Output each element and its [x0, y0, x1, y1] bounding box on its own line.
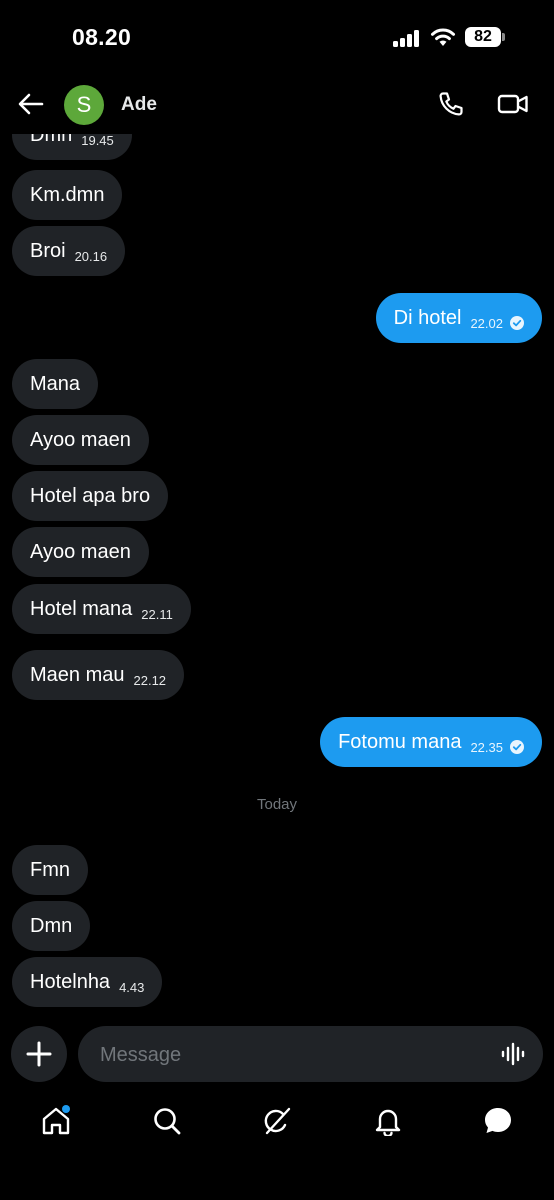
search-icon[interactable] [152, 1106, 182, 1136]
video-call-icon[interactable] [497, 91, 529, 117]
avatar[interactable]: S [64, 85, 104, 125]
message-text: Hotel mana [30, 597, 133, 620]
message-timestamp: 22.11 [141, 606, 173, 622]
messages-icon[interactable] [483, 1106, 513, 1136]
message-input[interactable] [98, 1026, 482, 1084]
received-message[interactable]: Hotel apa bro [12, 471, 169, 521]
message-timestamp: 4.43 [119, 979, 145, 995]
received-message[interactable]: Mana [12, 359, 99, 409]
message-list[interactable]: Today Dmn 19.45 Km.dmn Broi 20.16 Di hotel 22.… [0, 0, 554, 1020]
notification-dot [62, 1105, 70, 1113]
message-text: Km.dmn [30, 183, 105, 206]
message-timestamp: 22.02 [470, 315, 503, 331]
notifications-icon[interactable] [373, 1106, 403, 1136]
message-text: Hotel apa bro [30, 484, 151, 507]
read-receipt-icon [510, 740, 524, 754]
read-receipt-icon [510, 316, 524, 330]
bottom-navigation [0, 1096, 554, 1156]
received-message[interactable]: Ayoo maen [12, 415, 149, 465]
grok-icon[interactable] [262, 1106, 292, 1136]
message-text: Fmn [30, 858, 70, 881]
message-composer[interactable] [78, 1026, 543, 1084]
received-message[interactable]: Hotel mana 22.11 [12, 584, 191, 634]
received-message[interactable]: Fmn [12, 845, 88, 895]
message-text: Maen mau [30, 663, 125, 686]
plus-icon [26, 1041, 52, 1067]
message-text: Broi [30, 239, 66, 262]
received-message[interactable]: Dmn [12, 901, 91, 951]
back-arrow-icon[interactable] [17, 90, 45, 118]
message-text: Ayoo maen [30, 540, 131, 563]
message-text: Fotomu mana [338, 730, 462, 753]
contact-name[interactable]: Ade [121, 94, 157, 116]
sent-message[interactable]: Di hotel 22.02 [375, 293, 542, 343]
sent-message[interactable]: Fotomu mana 22.35 [320, 717, 542, 767]
received-message[interactable]: Maen mau 22.12 [12, 650, 185, 700]
message-timestamp: 22.35 [470, 739, 503, 755]
conversation-header: S Ade [0, 76, 554, 134]
received-message[interactable]: Ayoo maen [12, 527, 149, 577]
day-separator: Today [256, 796, 298, 813]
add-attachment-button[interactable] [11, 1026, 67, 1082]
message-text: Mana [30, 372, 81, 395]
voice-message-icon[interactable] [501, 1042, 527, 1066]
message-timestamp: 19.45 [81, 132, 114, 148]
message-text: Hotelnha [30, 970, 111, 993]
received-message[interactable]: Broi 20.16 [12, 226, 126, 276]
received-message[interactable]: Km.dmn [12, 170, 123, 220]
message-text: Dmn [30, 914, 73, 937]
message-timestamp: 22.12 [133, 672, 167, 688]
message-text: Ayoo maen [30, 428, 131, 451]
phone-icon[interactable] [437, 90, 465, 118]
message-text: Di hotel [393, 306, 462, 329]
message-timestamp: 20.16 [74, 248, 108, 264]
received-message[interactable]: Hotelnha 4.43 [12, 957, 163, 1007]
